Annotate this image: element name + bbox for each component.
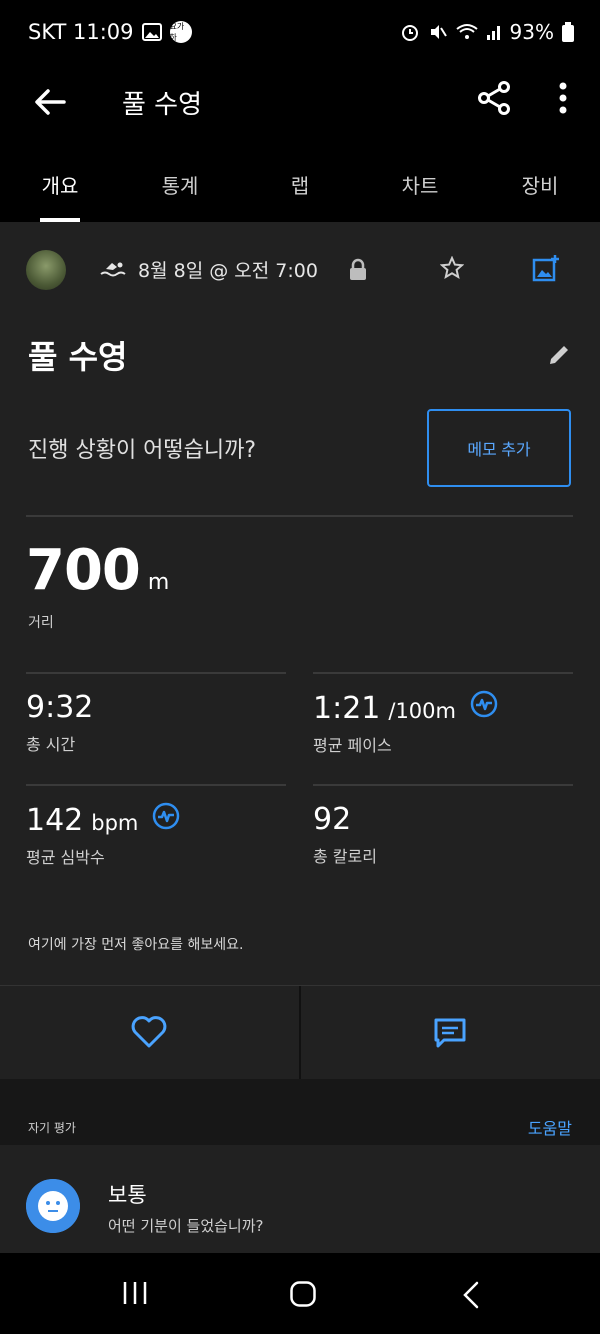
status-left: SKT 11:09 요가하	[28, 20, 192, 44]
tab-bar: 개요 통계 랩 차트 장비	[0, 140, 600, 222]
self-eval-header: 자기 평가 도움말	[0, 1079, 600, 1145]
distance-value: 700 m	[26, 538, 169, 603]
kudos-prompt: 여기에 가장 먼저 좋아요를 해보세요.	[28, 937, 244, 953]
gallery-notification-icon	[141, 23, 162, 41]
activity-date-time: 8월 8일 @ 오전 7:00	[138, 260, 318, 282]
tab-overview[interactable]: 개요	[42, 170, 79, 199]
help-link[interactable]: 도움말	[528, 1115, 572, 1139]
self-eval-section-label: 자기 평가	[28, 1121, 76, 1135]
tab-gear[interactable]: 장비	[522, 170, 559, 199]
calories-value: 92	[313, 802, 352, 837]
tab-charts[interactable]: 차트	[402, 170, 439, 199]
avg-pace-label: 평균 페이스	[313, 736, 392, 755]
stat-calories: 92 총 칼로리	[313, 802, 377, 867]
share-icon[interactable]	[474, 78, 514, 118]
divider	[313, 784, 573, 786]
self-eval-title: 보통	[108, 1183, 147, 1207]
battery-icon	[562, 22, 574, 42]
avg-hr-unit: bpm	[91, 811, 139, 835]
add-memo-button[interactable]: 메모 추가	[427, 409, 571, 487]
edit-pencil-icon[interactable]	[546, 342, 572, 368]
page-title: 풀 수영	[122, 90, 203, 120]
avg-hr-value: 142	[26, 803, 84, 838]
system-nav-bar	[0, 1253, 600, 1334]
back-arrow-icon[interactable]	[30, 82, 70, 122]
lock-icon	[350, 258, 366, 280]
self-eval-subtitle: 어떤 기분이 들었습니까?	[108, 1217, 264, 1235]
tab-stats[interactable]: 통계	[162, 170, 199, 199]
notification-badge-icon: 요가하	[169, 21, 192, 43]
avg-hr-label: 평균 심박수	[26, 848, 105, 867]
add-photo-icon[interactable]	[532, 254, 560, 282]
tab-laps[interactable]: 랩	[291, 170, 309, 199]
stat-avg-pace: 1:21 /100m 평균 페이스	[313, 690, 498, 756]
pulse-icon[interactable]	[470, 690, 498, 718]
stat-avg-heart-rate: 142 bpm 평균 심박수	[26, 802, 180, 868]
neutral-face-icon	[26, 1179, 80, 1233]
signal-icon	[486, 26, 500, 40]
mute-icon	[430, 25, 447, 39]
activity-meta: 8월 8일 @ 오전 7:00	[100, 256, 318, 283]
distance-number: 700	[26, 538, 141, 603]
carrier-time: SKT 11:09	[28, 20, 134, 44]
total-time-value: 9:32	[26, 690, 94, 725]
activity-card: 8월 8일 @ 오전 7:00 풀 수영 진행 상황이 어떻습니까? 메모 추가…	[0, 222, 600, 985]
battery-percent: 93%	[509, 20, 554, 44]
alarm-icon	[401, 25, 418, 41]
progress-prompt: 진행 상황이 어떻습니까?	[28, 438, 257, 463]
avg-pace-unit: /100m	[388, 699, 456, 723]
nav-back-icon[interactable]	[462, 1281, 480, 1309]
distance-unit: m	[147, 570, 170, 595]
star-icon[interactable]	[440, 256, 464, 280]
status-bar: SKT 11:09 요가하 93%	[0, 0, 600, 70]
pulse-icon[interactable]	[152, 802, 180, 830]
more-options-icon[interactable]	[548, 78, 578, 118]
total-time-label: 총 시간	[26, 735, 76, 754]
swim-icon	[100, 262, 126, 276]
wifi-icon	[455, 24, 478, 39]
divider	[26, 515, 573, 517]
distance-label: 거리	[28, 615, 54, 631]
status-right: 93%	[400, 20, 574, 44]
divider	[299, 986, 301, 1079]
heart-icon[interactable]	[130, 1015, 168, 1049]
avg-pace-value: 1:21	[313, 691, 381, 726]
comment-icon[interactable]	[432, 1016, 468, 1050]
app-bar: 풀 수영	[0, 70, 600, 140]
calories-label: 총 칼로리	[313, 847, 377, 866]
activity-title: 풀 수영	[28, 338, 128, 376]
divider	[26, 784, 286, 786]
avatar[interactable]	[26, 250, 66, 290]
self-eval-row[interactable]: 보통 어떤 기분이 들었습니까?	[0, 1145, 600, 1253]
stat-total-time: 9:32 총 시간	[26, 690, 93, 755]
divider	[26, 672, 286, 674]
home-icon[interactable]	[290, 1281, 316, 1307]
divider	[313, 672, 573, 674]
recent-apps-icon[interactable]	[122, 1281, 148, 1305]
social-actions	[0, 985, 600, 1079]
